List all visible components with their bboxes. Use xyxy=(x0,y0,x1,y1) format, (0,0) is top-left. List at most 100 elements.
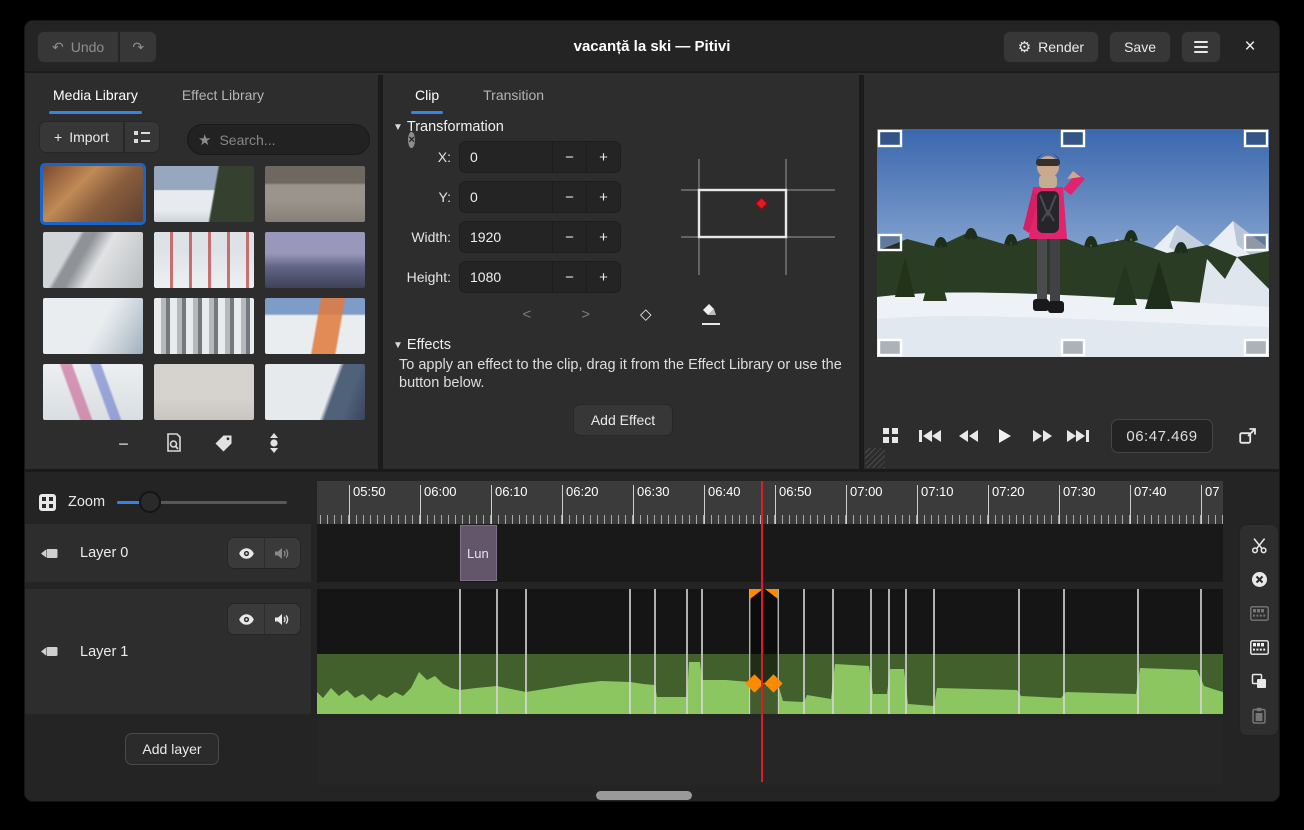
layer1-track[interactable] xyxy=(317,589,1223,714)
clip-boundary[interactable] xyxy=(832,589,834,714)
viewer-resize-grip[interactable] xyxy=(865,448,885,468)
timeline-clip-layer0[interactable]: Lun xyxy=(460,525,497,581)
clip-boundary[interactable] xyxy=(1137,589,1139,714)
media-clip-thumbnail[interactable] xyxy=(43,232,143,288)
tab-clip[interactable]: Clip xyxy=(411,75,443,117)
media-clip-thumbnail[interactable] xyxy=(265,166,365,222)
paste-clips-button[interactable] xyxy=(1242,699,1276,731)
insert-at-end-button[interactable] xyxy=(263,433,285,456)
redo-button[interactable]: ↷ xyxy=(119,31,157,63)
ungroup-clips-button[interactable] xyxy=(1242,631,1276,663)
search-input[interactable] xyxy=(219,132,400,148)
x-input[interactable] xyxy=(460,142,552,172)
import-button[interactable]: + Import xyxy=(39,121,124,153)
video-preview[interactable] xyxy=(877,129,1269,357)
y-increment-button[interactable]: + xyxy=(586,182,620,212)
transform-position-diagram[interactable] xyxy=(673,153,843,281)
y-decrement-button[interactable]: − xyxy=(552,182,586,212)
split-clip-button[interactable] xyxy=(1242,529,1276,561)
media-clip-thumbnail[interactable] xyxy=(154,232,254,288)
media-clip-thumbnail[interactable] xyxy=(154,166,254,222)
play-button[interactable] xyxy=(993,419,1017,453)
clip-boundary[interactable] xyxy=(888,589,890,714)
clip-boundary[interactable] xyxy=(905,589,907,714)
effects-expander[interactable]: ▼ Effects xyxy=(393,337,451,353)
list-view-toggle-button[interactable] xyxy=(124,121,160,153)
add-layer-button[interactable]: Add layer xyxy=(125,733,219,765)
timeline-empty-area[interactable] xyxy=(317,719,1223,785)
layer1-mute-toggle[interactable] xyxy=(264,604,300,634)
media-clip-thumbnail[interactable] xyxy=(154,364,254,420)
tab-media-library[interactable]: Media Library xyxy=(49,75,142,117)
x-increment-button[interactable]: + xyxy=(586,142,620,172)
clip-boundary[interactable] xyxy=(629,589,631,714)
save-button[interactable]: Save xyxy=(1109,31,1171,63)
tag-button[interactable] xyxy=(213,434,235,455)
width-decrement-button[interactable]: − xyxy=(552,222,586,252)
add-keyframe-button[interactable]: ◇ xyxy=(640,305,652,323)
media-clip-thumbnail[interactable] xyxy=(154,298,254,354)
media-clip-thumbnail[interactable] xyxy=(265,364,365,420)
clip-boundary[interactable] xyxy=(496,589,498,714)
clip-boundary[interactable] xyxy=(701,589,703,714)
clip-boundary[interactable] xyxy=(1018,589,1020,714)
media-clip-thumbnail-selected[interactable] xyxy=(43,166,143,222)
x-decrement-button[interactable]: − xyxy=(552,142,586,172)
undock-viewer-button[interactable] xyxy=(1235,419,1259,453)
clip-boundary[interactable] xyxy=(459,589,461,714)
panel-divider[interactable] xyxy=(859,75,864,469)
trim-handle-right[interactable] xyxy=(765,589,778,599)
remove-clip-button[interactable]: − xyxy=(113,434,135,455)
clip-boundary[interactable] xyxy=(1063,589,1065,714)
height-input[interactable] xyxy=(460,262,552,292)
timeline-ruler[interactable]: 05:5006:0006:1006:2006:3006:4006:5007:00… xyxy=(317,481,1223,526)
layer0-mute-toggle[interactable] xyxy=(264,538,300,568)
copy-clips-button[interactable] xyxy=(1242,665,1276,697)
clip-boundary[interactable] xyxy=(1200,589,1202,714)
seek-backward-button[interactable] xyxy=(955,419,981,453)
viewer-timecode[interactable]: 06:47.469 xyxy=(1111,419,1213,453)
zoom-slider-handle[interactable] xyxy=(139,491,161,513)
clip-boundary[interactable] xyxy=(933,589,935,714)
layer0-track[interactable]: Lun xyxy=(317,524,1223,582)
zoom-fit-icon[interactable] xyxy=(39,494,56,511)
selected-timeline-clip[interactable] xyxy=(750,589,778,714)
seek-forward-button[interactable] xyxy=(1029,419,1055,453)
tab-transition[interactable]: Transition xyxy=(479,75,548,117)
media-clip-thumbnail[interactable] xyxy=(43,298,143,354)
clip-boundary[interactable] xyxy=(525,589,527,714)
clip-boundary[interactable] xyxy=(803,589,805,714)
hamburger-menu-button[interactable] xyxy=(1181,31,1221,63)
reset-keyframes-button[interactable] xyxy=(702,303,720,325)
media-search-field[interactable]: ★ × xyxy=(187,124,370,155)
layer0-visibility-toggle[interactable] xyxy=(228,538,264,568)
width-input[interactable] xyxy=(460,222,552,252)
close-window-button[interactable]: × xyxy=(1231,36,1269,58)
go-to-end-button[interactable] xyxy=(1065,419,1091,453)
tab-effect-library[interactable]: Effect Library xyxy=(178,75,268,117)
clip-boundary[interactable] xyxy=(870,589,872,714)
zoom-slider[interactable] xyxy=(117,490,287,514)
clip-boundary[interactable] xyxy=(686,589,688,714)
layer1-visibility-toggle[interactable] xyxy=(228,604,264,634)
render-button[interactable]: ⚙ Render xyxy=(1003,31,1099,63)
previous-keyframe-button[interactable]: < xyxy=(522,306,531,323)
height-decrement-button[interactable]: − xyxy=(552,262,586,292)
layer1-name[interactable]: Layer 1 xyxy=(80,644,227,660)
clip-properties-button[interactable] xyxy=(163,433,185,456)
transformation-expander[interactable]: ▼ Transformation xyxy=(393,119,504,135)
clip-boundary[interactable] xyxy=(654,589,656,714)
media-clip-thumbnail[interactable] xyxy=(43,364,143,420)
media-clip-thumbnail[interactable] xyxy=(265,298,365,354)
next-keyframe-button[interactable]: > xyxy=(581,306,590,323)
y-input[interactable] xyxy=(460,182,552,212)
media-clip-thumbnail[interactable] xyxy=(265,232,365,288)
add-effect-button[interactable]: Add Effect xyxy=(573,404,673,436)
group-clips-button[interactable] xyxy=(1242,597,1276,629)
horizontal-scrollbar[interactable] xyxy=(596,791,692,800)
height-increment-button[interactable]: + xyxy=(586,262,620,292)
layer0-name[interactable]: Layer 0 xyxy=(80,545,227,561)
undo-button[interactable]: ↶ Undo xyxy=(37,31,119,63)
delete-clip-button[interactable] xyxy=(1242,563,1276,595)
playhead[interactable] xyxy=(761,481,763,782)
